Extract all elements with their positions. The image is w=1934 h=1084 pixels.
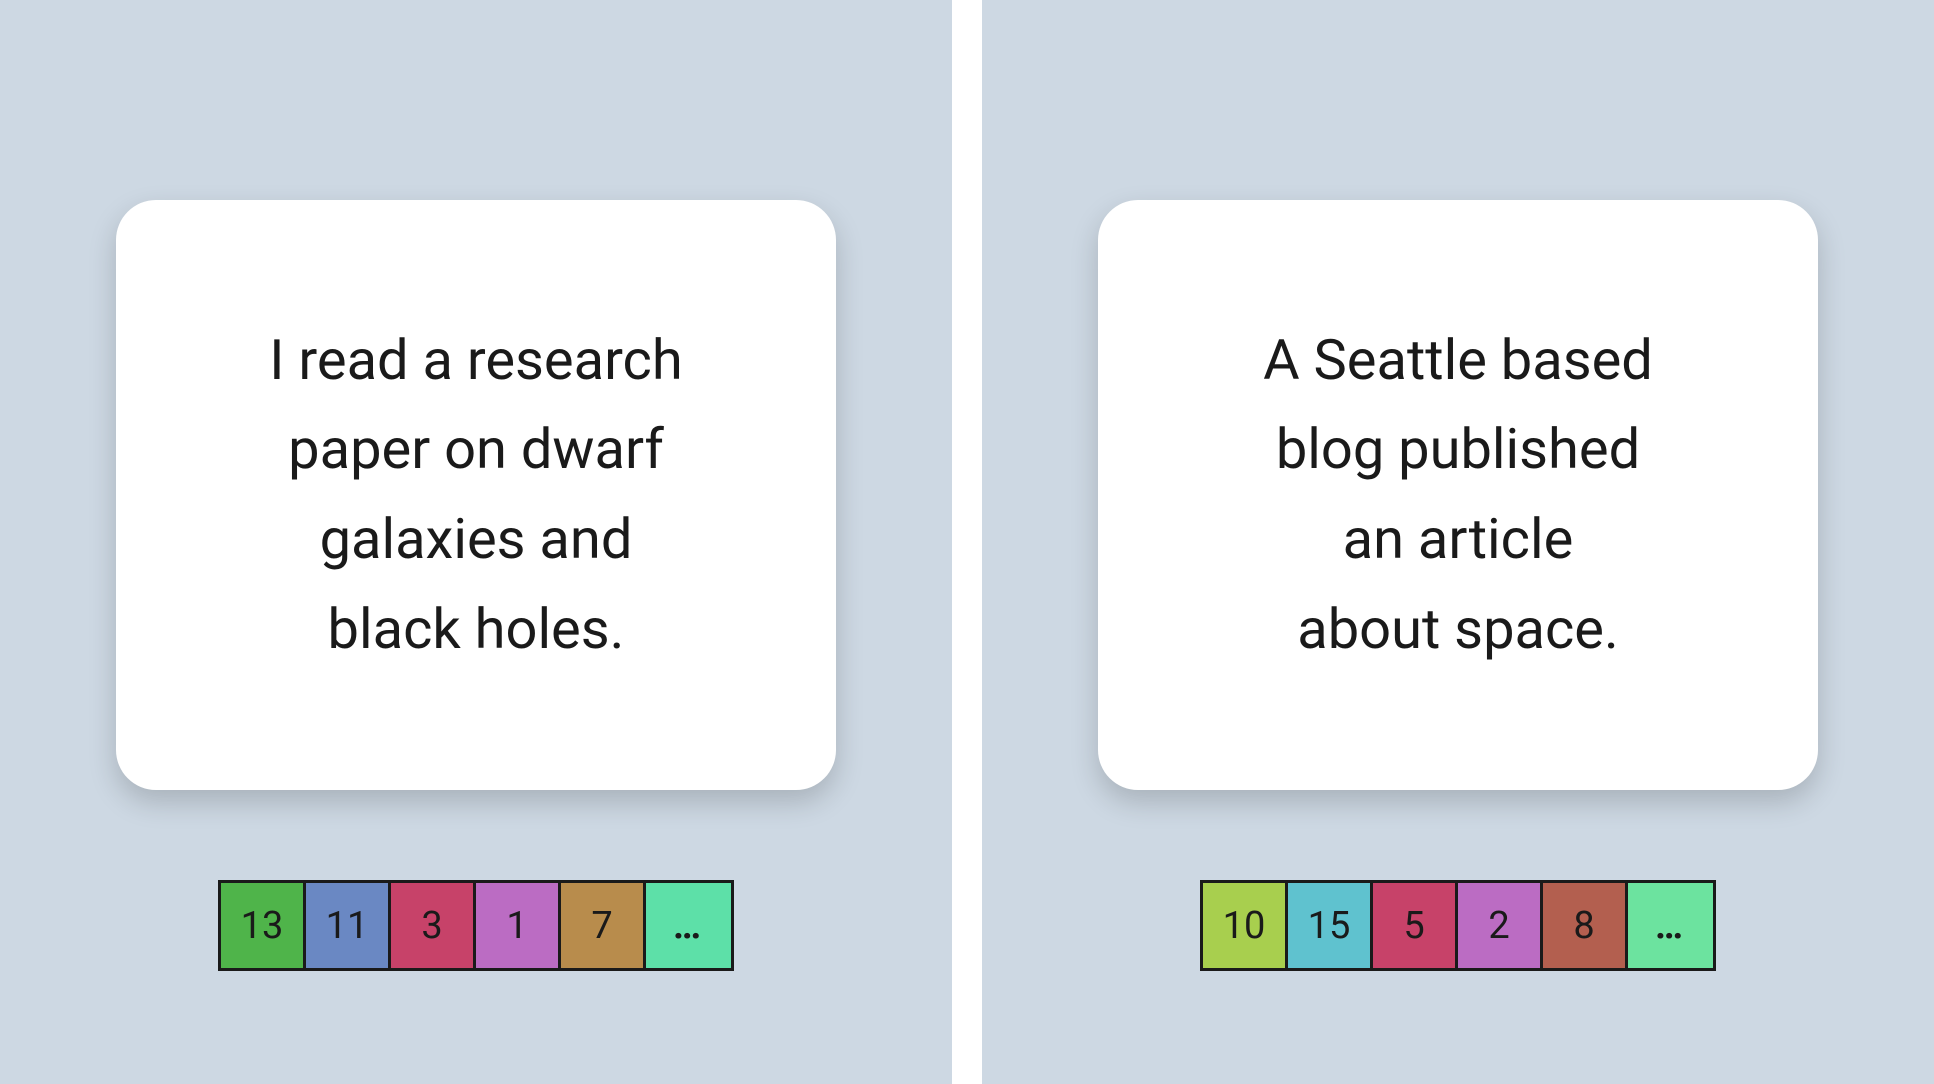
right-card-text: A Seattle based blog published an articl…: [1263, 316, 1653, 674]
token-cell: 1: [476, 883, 561, 968]
left-tokens: 1311317…: [218, 880, 734, 971]
left-panel: I read a research paper on dwarf galaxie…: [0, 0, 952, 1084]
token-cell: 5: [1373, 883, 1458, 968]
token-cell: 13: [221, 883, 306, 968]
token-cell: 3: [391, 883, 476, 968]
token-cell: 10: [1203, 883, 1288, 968]
token-cell: …: [646, 883, 731, 968]
token-cell: 7: [561, 883, 646, 968]
right-tokens: 1015528…: [1200, 880, 1716, 971]
left-card: I read a research paper on dwarf galaxie…: [116, 200, 836, 790]
right-panel: A Seattle based blog published an articl…: [982, 0, 1934, 1084]
right-card: A Seattle based blog published an articl…: [1098, 200, 1818, 790]
token-cell: 8: [1543, 883, 1628, 968]
token-cell: 11: [306, 883, 391, 968]
token-cell: 2: [1458, 883, 1543, 968]
token-cell: …: [1628, 883, 1713, 968]
token-cell: 15: [1288, 883, 1373, 968]
left-card-text: I read a research paper on dwarf galaxie…: [269, 316, 682, 674]
